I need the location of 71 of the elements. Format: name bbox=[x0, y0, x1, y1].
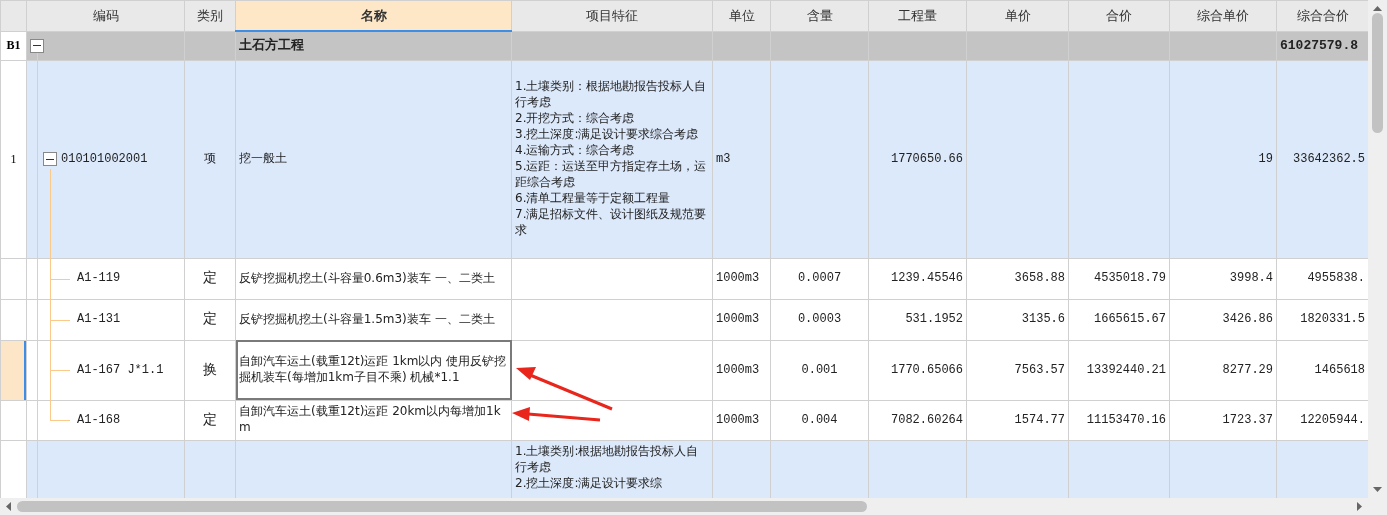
scroll-right-icon[interactable] bbox=[1357, 502, 1362, 511]
column-header[interactable]: 名称 bbox=[235, 0, 512, 31]
table-cell: 换 bbox=[184, 340, 236, 400]
table-cell: 1665615.67 bbox=[1068, 299, 1170, 340]
table-cell: 3426.86 bbox=[1169, 299, 1277, 340]
collapse-toggle[interactable] bbox=[43, 152, 57, 166]
column-header[interactable]: 单位 bbox=[712, 0, 771, 31]
table-cell: 8277.29 bbox=[1169, 340, 1277, 400]
table-cell: 0.0007 bbox=[770, 258, 869, 299]
column-header[interactable]: 工程量 bbox=[868, 0, 967, 31]
table-cell: 定 bbox=[184, 299, 236, 340]
scroll-down-icon[interactable] bbox=[1373, 487, 1382, 492]
table-cell: 1000m3 bbox=[712, 258, 771, 299]
table-cell: 19 bbox=[1169, 60, 1277, 258]
table-cell: 13392440.21 bbox=[1068, 340, 1170, 400]
table-cell: 1000m3 bbox=[712, 299, 771, 340]
row-number bbox=[0, 258, 27, 299]
quota-code: A1-131 bbox=[77, 312, 121, 327]
table-cell: 项 bbox=[184, 60, 236, 258]
table-cell: 挖一般土 bbox=[235, 60, 512, 258]
column-header[interactable]: 类别 bbox=[184, 0, 236, 31]
table-cell: 3998.4 bbox=[1169, 258, 1277, 299]
table-cell: 定 bbox=[184, 258, 236, 299]
table-cell: m3 bbox=[712, 60, 771, 258]
table-cell: 3135.6 bbox=[966, 299, 1069, 340]
column-header[interactable]: 编码 bbox=[26, 0, 185, 31]
table-row[interactable]: A1-131 定 反铲挖掘机挖土(斗容量1.5m3)装车 一、二类土 1000m3 0.0003 531.1952 3135.6 1665615.67 3426.86 1820331.5 bbox=[0, 299, 1368, 340]
features-text: 1.土壤类别：根据地勘报告投标人自行考虑 2.开挖方式：综合考虑 3.挖土深度:满足设计要求综合考虑 4.运输方式：综合考虑 5.运距：运送至甲方指定存土场，运距综合考虑 6.清单工程量等于定额工程量 7.满足招标文件、设计图纸及规范要求 bbox=[511, 60, 713, 258]
table-cell: 反铲挖掘机挖土(斗容量0.6m3)装车 一、二类土 bbox=[235, 258, 512, 299]
table-cell: 1723.37 bbox=[1169, 400, 1277, 440]
table-row[interactable]: A1-119 定 反铲挖掘机挖土(斗容量0.6m3)装车 一、二类土 1000m3 0.0007 1239.45546 3658.88 4535018.79 3998.4 4955838. bbox=[0, 258, 1368, 299]
table-row[interactable]: A1-168 定 自卸汽车运土(载重12t)运距 20km以内每增加1km 1000m3 0.004 7082.60264 1574.77 11153470.16 1723.37 12205944. bbox=[0, 400, 1368, 440]
quota-code: A1-168 bbox=[77, 412, 121, 428]
scroll-thumb[interactable] bbox=[1372, 13, 1383, 133]
table-cell: 1770.65066 bbox=[868, 340, 967, 400]
scroll-left-icon[interactable] bbox=[6, 502, 11, 511]
column-header[interactable]: 单价 bbox=[966, 0, 1069, 31]
table-cell: 0.004 bbox=[770, 400, 869, 440]
table-cell: 0.0003 bbox=[770, 299, 869, 340]
quota-code: A1-167 J*1.1 bbox=[77, 362, 164, 378]
group-name: 土石方工程 bbox=[235, 31, 512, 60]
table-cell: 1000m3 bbox=[712, 340, 771, 400]
scroll-up-icon[interactable] bbox=[1373, 6, 1382, 11]
table-cell: 4535018.79 bbox=[1068, 258, 1170, 299]
row-number: 1 bbox=[0, 60, 27, 258]
table-cell: 自卸汽车运土(载重12t)运距 20km以内每增加1km bbox=[235, 400, 512, 440]
table-cell: 3658.88 bbox=[966, 258, 1069, 299]
quota-code: A1-119 bbox=[77, 271, 121, 286]
column-header[interactable]: 项目特征 bbox=[511, 0, 713, 31]
column-header[interactable]: 合价 bbox=[1068, 0, 1170, 31]
scroll-thumb[interactable] bbox=[17, 501, 867, 512]
vertical-scrollbar[interactable] bbox=[1368, 0, 1387, 498]
row-number: B1 bbox=[0, 31, 27, 60]
table-cell: 1574.77 bbox=[966, 400, 1069, 440]
item-code: 010101002001 bbox=[61, 151, 148, 167]
table-cell: 1770650.66 bbox=[868, 60, 967, 258]
table-cell: 7082.60264 bbox=[868, 400, 967, 440]
column-header[interactable]: 综合单价 bbox=[1169, 0, 1277, 31]
collapse-toggle[interactable] bbox=[30, 38, 44, 53]
table-row[interactable]: A1-167 J*1.1 换 自卸汽车运土(载重12t)运距 1km以内 使用反铲挖掘机装车(每增加1km子目不乘) 机械*1.1 1000m3 0.001 1770.65066 7563.57 13392440.21 8277.29 1465618 bbox=[0, 340, 1368, 400]
column-header[interactable]: 综合合价 bbox=[1276, 0, 1368, 31]
horizontal-scrollbar[interactable] bbox=[0, 498, 1387, 515]
table-cell: 定 bbox=[184, 400, 236, 440]
table-cell: 11153470.16 bbox=[1068, 400, 1170, 440]
table-cell: 0.001 bbox=[770, 340, 869, 400]
table-cell: 自卸汽车运土(载重12t)运距 1km以内 使用反铲挖掘机装车(每增加1km子目不乘) 机械*1.1 bbox=[235, 340, 512, 400]
table-cell: 7563.57 bbox=[966, 340, 1069, 400]
column-header[interactable]: 含量 bbox=[770, 0, 869, 31]
table-cell: 1239.45546 bbox=[868, 258, 967, 299]
table-cell: 531.1952 bbox=[868, 299, 967, 340]
table-cell: 1000m3 bbox=[712, 400, 771, 440]
